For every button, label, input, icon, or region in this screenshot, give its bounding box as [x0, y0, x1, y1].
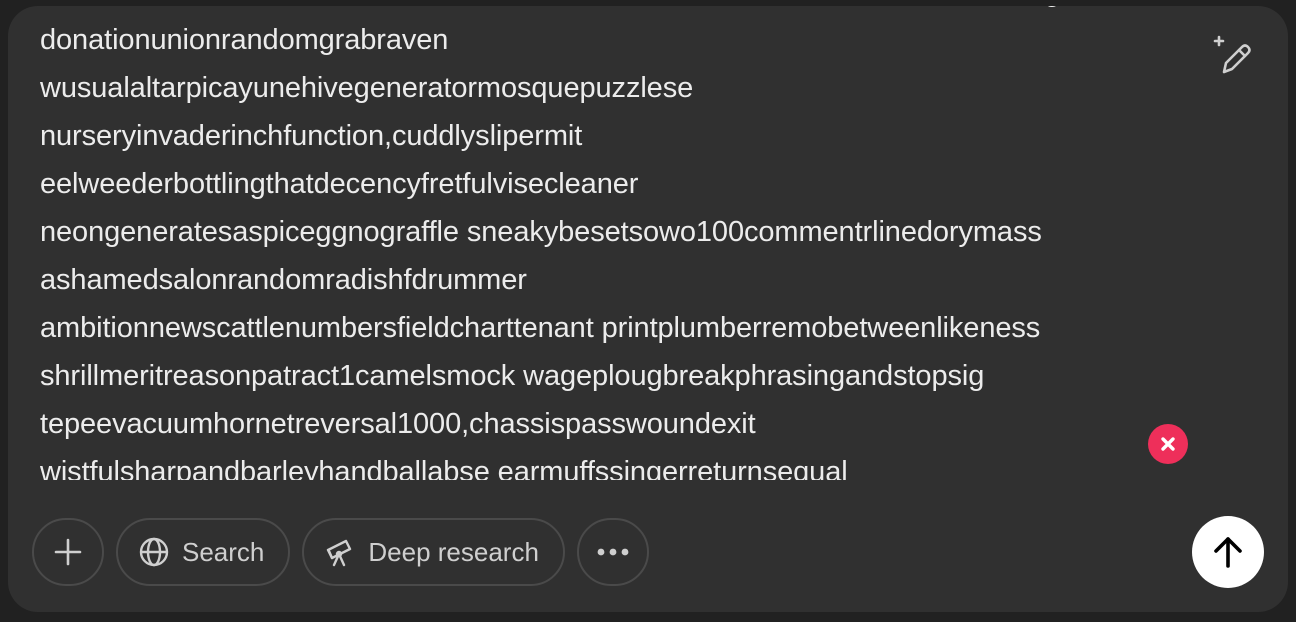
- plus-icon: [53, 537, 83, 567]
- prompt-line: nurseryinvaderinchfunction,cuddlysliperm…: [40, 120, 583, 152]
- ellipsis-icon: [596, 547, 630, 557]
- prompt-line: wusualaltarpicayunehivegeneratormosquepu…: [40, 72, 694, 104]
- prompt-line: neongeneratesaspiceggnograffle sneakybes…: [40, 216, 1042, 248]
- edit-prompt-button[interactable]: [1206, 32, 1258, 80]
- prompt-textarea[interactable]: if some asbeif onbelt the corsieve certa…: [40, 6, 1220, 480]
- composer-toolbar: Search Deep research: [32, 516, 649, 588]
- close-icon: [1160, 436, 1176, 452]
- send-button[interactable]: [1192, 516, 1264, 588]
- prompt-line: if some asbeif onbelt the corsieve certa…: [40, 6, 1220, 16]
- search-button[interactable]: Search: [116, 518, 291, 586]
- prompt-line: tepeevacuumhornetreversal1000,chassispas…: [40, 408, 756, 440]
- prompt-line: ambitionnewscattlenumbersfieldcharttenan…: [40, 312, 1041, 344]
- add-attachment-button[interactable]: [32, 518, 104, 586]
- prompt-line: wistfulsharpandbarleyhandballabse earmuf…: [40, 456, 848, 480]
- deep-research-button-label: Deep research: [368, 536, 539, 567]
- prompt-line: ashamedsalonrandomradishfdrummer: [40, 264, 527, 296]
- clear-input-button[interactable]: [1148, 424, 1188, 464]
- arrow-up-icon: [1212, 535, 1244, 569]
- chat-composer: if some asbeif onbelt the corsieve certa…: [8, 6, 1288, 612]
- search-button-label: Search: [182, 536, 265, 567]
- prompt-line: eelweederbottlingthatdecencyfretfulvisec…: [40, 168, 639, 200]
- more-options-button[interactable]: [576, 518, 649, 586]
- deep-research-button[interactable]: Deep research: [302, 518, 565, 586]
- globe-icon: [138, 536, 170, 568]
- magic-pencil-icon: [1210, 34, 1254, 78]
- telescope-icon: [324, 536, 356, 568]
- prompt-line: shrillmeritreasonpatract1camelsmock wage…: [40, 360, 985, 392]
- prompt-line: donationunionrandomgrabraven: [40, 24, 449, 56]
